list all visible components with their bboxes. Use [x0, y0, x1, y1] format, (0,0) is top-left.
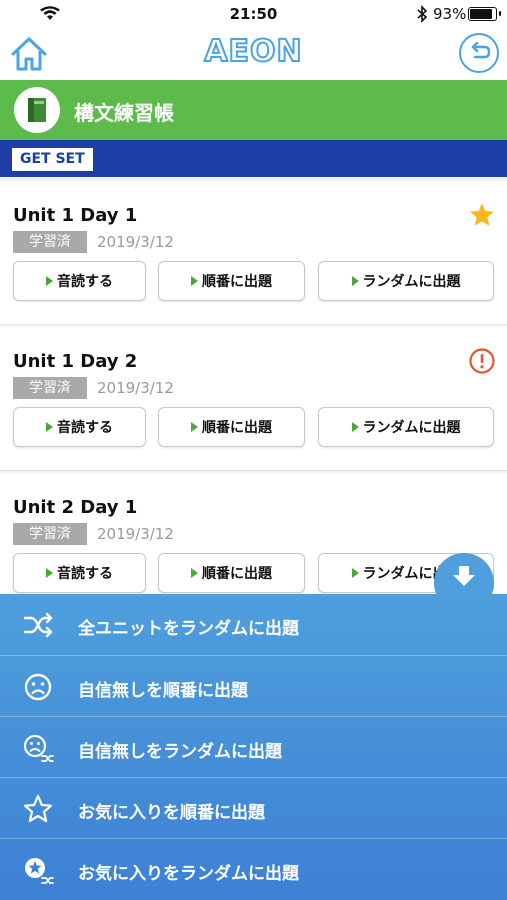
status-badge: 学習済 — [13, 231, 87, 253]
bluetooth-icon — [417, 5, 428, 23]
unit-card: Unit 1 Day 2 学習済 2019/3/12 音読する 順番に出題 ラン… — [0, 327, 507, 471]
menu-item-unsure-order[interactable]: 自信無しを順番に出題 — [0, 655, 507, 716]
unit-date: 2019/3/12 — [97, 379, 174, 397]
menu-item-all-random[interactable]: 全ユニットをランダムに出題 — [0, 594, 507, 655]
menu-label: お気に入りを順番に出題 — [78, 803, 265, 823]
set-label: GET SET — [12, 148, 93, 171]
unit-date: 2019/3/12 — [97, 233, 174, 251]
in-order-button[interactable]: 順番に出題 — [158, 553, 305, 593]
battery-level — [470, 9, 492, 19]
play-icon — [191, 276, 198, 286]
menu-item-favorite-random[interactable]: お気に入りをランダムに出題 — [0, 838, 507, 899]
shuffle-icon — [23, 612, 53, 638]
menu-label: お気に入りをランダムに出題 — [78, 864, 299, 884]
title-band: 構文練習帳 — [0, 80, 507, 140]
button-label: 音読する — [57, 274, 113, 290]
menu-item-unsure-random[interactable]: 自信無しをランダムに出題 — [0, 716, 507, 777]
book-icon — [14, 87, 60, 133]
button-label: 順番に出題 — [202, 420, 272, 436]
button-label: 順番に出題 — [202, 566, 272, 582]
read-aloud-button[interactable]: 音読する — [13, 407, 146, 447]
in-order-button[interactable]: 順番に出題 — [158, 261, 305, 301]
star-shuffle-icon — [25, 858, 54, 884]
unit-title: Unit 2 Day 1 — [13, 497, 138, 518]
status-badge: 学習済 — [13, 523, 87, 545]
button-label: 音読する — [57, 420, 113, 436]
set-band: GET SET — [0, 140, 507, 177]
menu-item-favorite-order[interactable]: お気に入りを順番に出題 — [0, 777, 507, 838]
status-badge: 学習済 — [13, 377, 87, 399]
random-button[interactable]: ランダムに出題 — [318, 261, 494, 301]
menu-label: 自信無しを順番に出題 — [78, 681, 248, 701]
status-time: 21:50 — [229, 5, 278, 23]
unit-title: Unit 1 Day 2 — [13, 351, 138, 372]
play-icon — [351, 276, 359, 286]
play-icon — [46, 568, 53, 578]
battery-icon — [468, 7, 501, 21]
play-icon — [46, 422, 53, 432]
sad-face-shuffle-icon — [23, 734, 54, 762]
nav-header: AEON — [0, 28, 507, 80]
menu-label: 全ユニットをランダムに出題 — [78, 619, 299, 639]
star-icon[interactable] — [468, 201, 496, 229]
random-button[interactable]: ランダムに出題 — [318, 407, 494, 447]
play-icon — [191, 568, 198, 578]
play-icon — [351, 422, 359, 432]
button-label: ランダムに出題 — [362, 420, 461, 436]
sad-face-icon — [24, 673, 52, 701]
battery-percent: 93% — [433, 5, 467, 23]
star-outline-icon — [23, 794, 53, 823]
read-aloud-button[interactable]: 音読する — [13, 261, 146, 301]
app-logo: AEON — [203, 33, 303, 70]
button-label: ランダムに出題 — [362, 274, 461, 290]
read-aloud-button[interactable]: 音読する — [13, 553, 146, 593]
page-title: 構文練習帳 — [74, 101, 174, 125]
in-order-button[interactable]: 順番に出題 — [158, 407, 305, 447]
unit-card: Unit 1 Day 1 学習済 2019/3/12 音読する 順番に出題 ラン… — [0, 181, 507, 325]
alert-icon[interactable] — [468, 347, 496, 375]
unit-date: 2019/3/12 — [97, 525, 174, 543]
play-icon — [46, 276, 53, 286]
back-button[interactable] — [459, 33, 499, 73]
status-bar: 21:50 93% — [0, 0, 507, 28]
play-icon — [191, 422, 198, 432]
quiz-menu-drawer: 全ユニットをランダムに出題 自信無しを順番に出題 自信無しをランダムに出題 お気… — [0, 594, 507, 900]
button-label: 順番に出題 — [202, 274, 272, 290]
play-icon — [351, 568, 359, 578]
back-arrow-icon — [471, 41, 491, 59]
menu-label: 自信無しをランダムに出題 — [78, 742, 282, 762]
button-label: 音読する — [57, 566, 113, 582]
unit-title: Unit 1 Day 1 — [13, 205, 138, 226]
